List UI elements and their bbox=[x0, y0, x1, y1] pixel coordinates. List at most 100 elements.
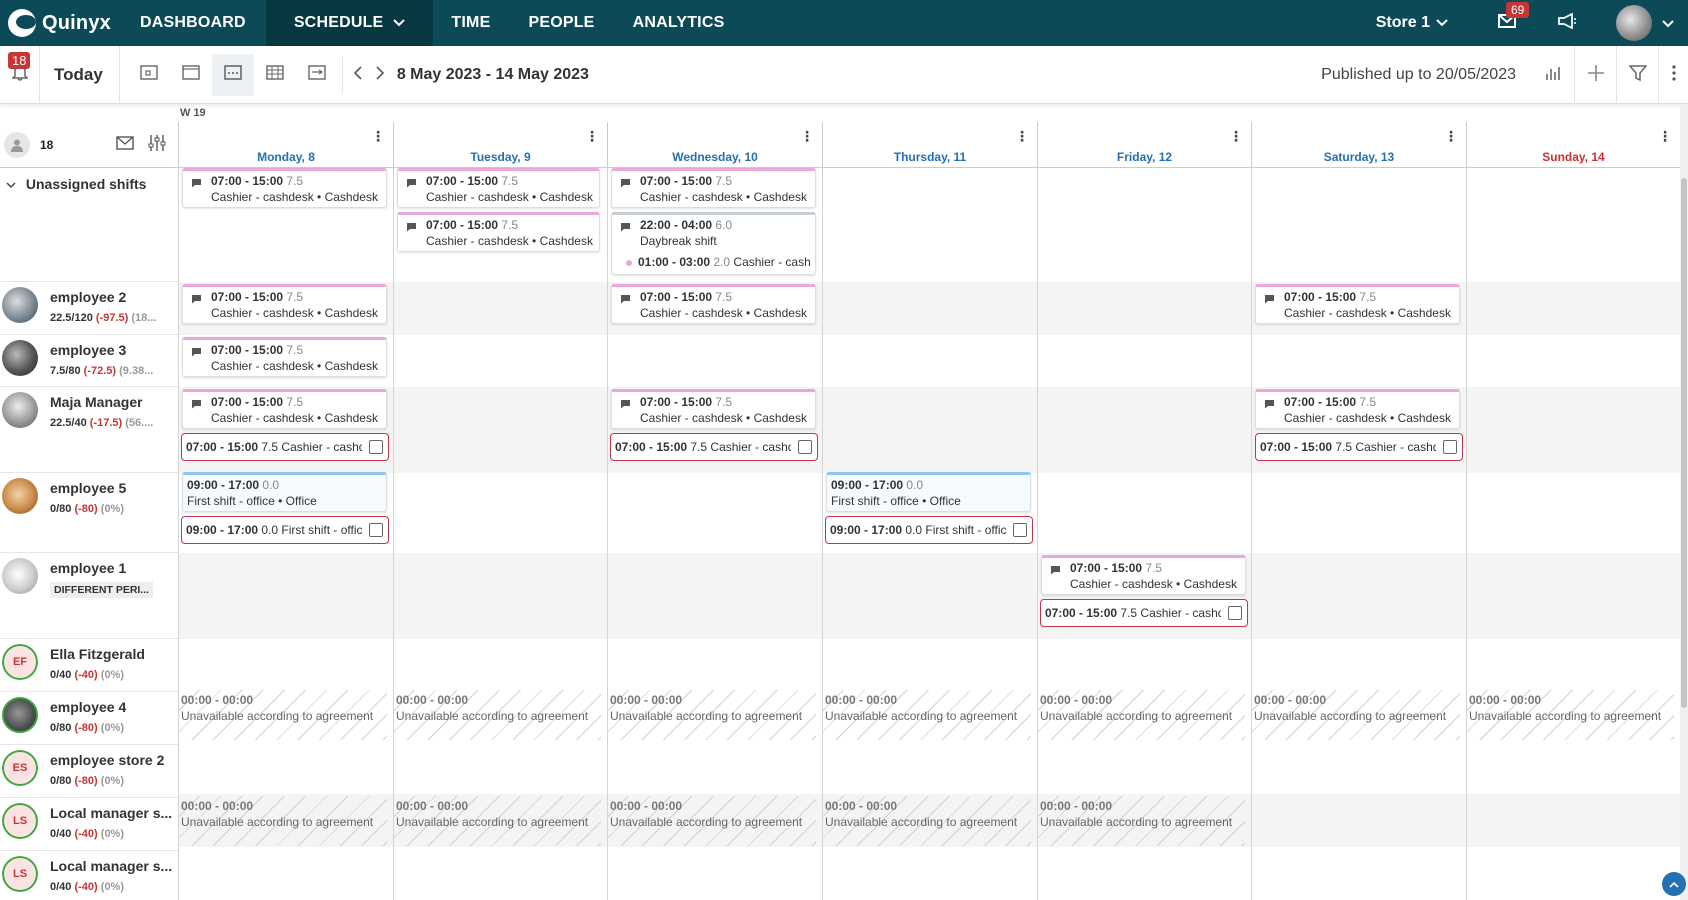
scroll-to-top-button[interactable] bbox=[1662, 872, 1686, 896]
envelope-icon[interactable] bbox=[116, 136, 134, 155]
more-vertical-icon[interactable]: ⋮ bbox=[1658, 128, 1672, 145]
quinyx-logo[interactable]: Quinyx bbox=[0, 0, 126, 46]
day-name[interactable]: Monday, 8 bbox=[179, 150, 393, 164]
unavailability-block[interactable]: 00:00 - 00:00 Unavailable according to ag… bbox=[823, 796, 1031, 846]
employee-row[interactable]: employee 3 7.5/80 (-72.5) (9.38... bbox=[0, 335, 178, 387]
unavailability-block[interactable]: 00:00 - 00:00 Unavailable according to ag… bbox=[179, 690, 387, 740]
shift-card[interactable]: 07:00 - 15:00 7.5 Cashier - cashdesk • C… bbox=[182, 337, 387, 377]
employee-row[interactable]: ES employee store 2 0/80 (-80) (0%) bbox=[0, 745, 178, 798]
sliders-icon[interactable] bbox=[147, 134, 167, 157]
nav-time[interactable]: TIME bbox=[437, 0, 504, 46]
previous-week-button[interactable] bbox=[347, 55, 369, 95]
employee-row[interactable]: Maja Manager 22.5/40 (-17.5) (56.... bbox=[0, 387, 178, 473]
scrollbar-thumb[interactable] bbox=[1681, 178, 1687, 708]
shift-card[interactable]: 07:00 - 15:00 7.5 Cashier - cashdesk • C… bbox=[611, 389, 816, 429]
shift-card[interactable]: 07:00 - 15:00 7.5 Cashier - cashdesk • C… bbox=[1255, 389, 1460, 429]
employee-row[interactable]: employee 4 0/80 (-80) (0%) bbox=[0, 692, 178, 745]
week-view-button[interactable] bbox=[211, 53, 254, 96]
employee-row[interactable]: LS Local manager s... 0/40 (-40) (0%) bbox=[0, 798, 178, 851]
approve-checkbox[interactable] bbox=[369, 523, 383, 537]
calendar-range-icon bbox=[308, 64, 326, 85]
unavailability-block[interactable]: 00:00 - 00:00 Unavailable according to ag… bbox=[394, 690, 601, 740]
employee-stats: 0/40 (-40) (0%) bbox=[50, 669, 125, 681]
more-vertical-icon[interactable]: ⋮ bbox=[1229, 128, 1243, 145]
employee-row[interactable]: LS Local manager s... 0/40 (-40) (0%) bbox=[0, 851, 178, 900]
day-name[interactable]: Saturday, 13 bbox=[1252, 150, 1466, 164]
day-name[interactable]: Sunday, 14 bbox=[1467, 150, 1680, 164]
approve-checkbox[interactable] bbox=[369, 440, 383, 454]
punch-card[interactable]: 07:00 - 15:00 7.5 Cashier - cashdesk bbox=[1040, 599, 1248, 627]
period-view-button[interactable] bbox=[296, 54, 338, 96]
employee-row[interactable]: EF Ella Fitzgerald 0/40 (-40) (0%) bbox=[0, 639, 178, 692]
shift-card[interactable]: 07:00 - 15:00 7.5 Cashier - cashdesk • C… bbox=[182, 284, 387, 324]
more-options-button[interactable] bbox=[1658, 46, 1688, 104]
notifications-button[interactable]: 18 bbox=[0, 45, 40, 104]
unavailability-block[interactable]: 00:00 - 00:00 Unavailable according to ag… bbox=[1252, 690, 1460, 740]
nav-dashboard[interactable]: DASHBOARD bbox=[126, 0, 260, 46]
vertical-scrollbar[interactable] bbox=[1680, 104, 1688, 900]
more-vertical-icon[interactable]: ⋮ bbox=[1444, 128, 1458, 145]
employee-row[interactable]: employee 5 0/80 (-80) (0%) bbox=[0, 473, 178, 553]
day-name[interactable]: Thursday, 11 bbox=[823, 150, 1037, 164]
single-view-button[interactable] bbox=[170, 54, 212, 96]
day-view-button[interactable] bbox=[128, 54, 170, 96]
unavailability-block[interactable]: 00:00 - 00:00 Unavailable according to ag… bbox=[1038, 690, 1245, 740]
chevron-down-icon[interactable] bbox=[1662, 15, 1674, 31]
shift-card[interactable]: 07:00 - 15:00 7.5 Cashier - cashdesk • C… bbox=[397, 212, 600, 252]
messages-button[interactable]: 69 bbox=[1492, 2, 1530, 38]
store-selector[interactable]: Store 1 bbox=[1376, 14, 1448, 32]
unassigned-toggle[interactable]: Unassigned shifts bbox=[6, 176, 146, 192]
announcements-button[interactable] bbox=[1552, 8, 1582, 38]
more-vertical-icon[interactable]: ⋮ bbox=[585, 128, 599, 145]
shift-card[interactable]: 07:00 - 15:00 7.5 Cashier - cashdesk • C… bbox=[1255, 284, 1460, 324]
shift-card[interactable]: 07:00 - 15:00 7.5 Cashier - cashdesk • C… bbox=[611, 284, 816, 324]
night-shift-card[interactable]: 22:00 - 04:00 6.0 Daybreak shift 01:00 -… bbox=[611, 212, 816, 275]
nav-people[interactable]: PEOPLE bbox=[514, 0, 608, 46]
shift-card[interactable]: 07:00 - 15:00 7.5 Cashier - cashdesk • C… bbox=[182, 389, 387, 429]
add-button[interactable] bbox=[1574, 46, 1616, 104]
unavailability-block[interactable]: 00:00 - 00:00 Unavailable according to ag… bbox=[1038, 796, 1245, 846]
unavailability-block[interactable]: 00:00 - 00:00 Unavailable according to ag… bbox=[394, 796, 601, 846]
punch-card[interactable]: 09:00 - 17:00 0.0 First shift - office bbox=[181, 516, 389, 544]
statistics-button[interactable] bbox=[1532, 46, 1574, 104]
nav-analytics[interactable]: ANALYTICS bbox=[619, 0, 739, 46]
approve-checkbox[interactable] bbox=[1443, 440, 1457, 454]
day-name[interactable]: Wednesday, 10 bbox=[608, 150, 822, 164]
employee-row[interactable]: employee 2 22.5/120 (-97.5) (18... bbox=[0, 282, 178, 335]
approve-checkbox[interactable] bbox=[1013, 523, 1027, 537]
approve-checkbox[interactable] bbox=[1228, 606, 1242, 620]
employee-name: employee 5 bbox=[50, 480, 127, 496]
unavailability-block[interactable]: 00:00 - 00:00 Unavailable according to ag… bbox=[179, 796, 387, 846]
more-vertical-icon[interactable]: ⋮ bbox=[371, 128, 385, 145]
shift-card[interactable]: 07:00 - 15:00 7.5 Cashier - cashdesk • C… bbox=[397, 168, 600, 208]
more-vertical-icon[interactable]: ⋮ bbox=[800, 128, 814, 145]
filter-button[interactable] bbox=[1616, 46, 1658, 104]
office-shift-card[interactable]: 09:00 - 17:00 0.0 First shift - office •… bbox=[182, 472, 387, 512]
punch-card[interactable]: 07:00 - 15:00 7.5 Cashier - cashdesk bbox=[1255, 433, 1463, 461]
punch-card[interactable]: 09:00 - 17:00 0.0 First shift - office bbox=[825, 516, 1033, 544]
unassigned-row[interactable]: Unassigned shifts bbox=[0, 168, 178, 282]
punch-card[interactable]: 07:00 - 15:00 7.5 Cashier - cashdesk bbox=[610, 433, 818, 461]
shift-time: 07:00 - 15:00 7.5 bbox=[426, 174, 519, 188]
nav-schedule[interactable]: SCHEDULE bbox=[265, 0, 434, 46]
next-week-button[interactable] bbox=[369, 55, 391, 95]
approve-checkbox[interactable] bbox=[798, 440, 812, 454]
month-view-button[interactable] bbox=[254, 54, 296, 96]
employee-row[interactable]: employee 1 DIFFERENT PERI... bbox=[0, 553, 178, 639]
shift-card[interactable]: 07:00 - 15:00 7.5 Cashier - cashdesk • C… bbox=[611, 168, 816, 208]
today-button[interactable]: Today bbox=[40, 45, 120, 104]
punch-card[interactable]: 07:00 - 15:00 7.5 Cashier - cashdesk bbox=[181, 433, 389, 461]
shift-card[interactable]: 07:00 - 15:00 7.5 Cashier - cashdesk • C… bbox=[1041, 555, 1246, 595]
day-name[interactable]: Friday, 12 bbox=[1038, 150, 1251, 164]
more-vertical-icon[interactable]: ⋮ bbox=[1015, 128, 1029, 145]
unavailability-block[interactable]: 00:00 - 00:00 Unavailable according to ag… bbox=[608, 796, 816, 846]
user-avatar[interactable] bbox=[1616, 5, 1652, 41]
shift-time: 07:00 - 15:00 7.5 bbox=[1284, 290, 1377, 304]
unavailability-block[interactable]: 00:00 - 00:00 Unavailable according to ag… bbox=[1467, 690, 1674, 740]
unavailability-block[interactable]: 00:00 - 00:00 Unavailable according to ag… bbox=[823, 690, 1031, 740]
day-header-sunday: ⋮ Sunday, 14 bbox=[1466, 122, 1680, 168]
unavailability-block[interactable]: 00:00 - 00:00 Unavailable according to ag… bbox=[608, 690, 816, 740]
office-shift-card[interactable]: 09:00 - 17:00 0.0 First shift - office •… bbox=[826, 472, 1031, 512]
day-name[interactable]: Tuesday, 9 bbox=[394, 150, 607, 164]
shift-card[interactable]: 07:00 - 15:00 7.5 Cashier - cashdesk • C… bbox=[182, 168, 387, 208]
